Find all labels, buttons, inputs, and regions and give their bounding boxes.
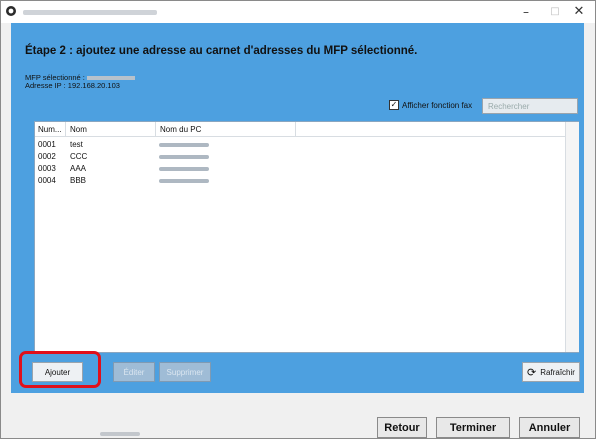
list-scrollbar[interactable] — [565, 122, 579, 352]
column-header-nom[interactable]: Nom — [70, 125, 87, 134]
column-header-num[interactable]: Num... — [38, 125, 62, 134]
refresh-label: Rafraîchir — [540, 367, 575, 377]
checkbox-icon[interactable]: ✓ — [389, 100, 399, 110]
column-divider[interactable] — [155, 122, 156, 136]
finish-button[interactable]: Terminer — [436, 417, 510, 438]
table-row[interactable]: 0004 BBB — [35, 176, 565, 187]
list-actions: Ajouter Éditer Supprimer ⟳ Rafraîchir — [24, 360, 580, 384]
row-pc-redacted — [159, 143, 209, 147]
row-pc-redacted — [159, 179, 209, 183]
page-title: Étape 2 : ajoutez une adresse au carnet … — [25, 45, 418, 57]
row-num: 0002 — [38, 152, 56, 161]
address-list: Num... Nom Nom du PC 0001 test 0002 CCC … — [34, 121, 579, 353]
show-fax-label: Afficher fonction fax — [402, 100, 473, 110]
add-button-highlight — [19, 351, 101, 388]
show-fax-checkbox[interactable]: ✓ Afficher fonction fax — [389, 100, 472, 110]
row-name: test — [70, 140, 83, 149]
table-row[interactable]: 0003 AAA — [35, 164, 565, 175]
ip-address: Adresse IP : 192.168.20.103 — [25, 81, 120, 90]
column-divider[interactable] — [65, 122, 66, 136]
row-name: CCC — [70, 152, 88, 161]
row-name: BBB — [70, 176, 87, 185]
edit-button[interactable]: Éditer — [113, 362, 155, 382]
column-header-pc-name[interactable]: Nom du PC — [160, 125, 201, 134]
row-pc-redacted — [159, 167, 209, 171]
row-num: 0003 — [38, 164, 56, 173]
dialog-window: – □ ✕ Étape 2 : ajoutez une adresse au c… — [0, 0, 596, 439]
refresh-icon: ⟳ — [527, 365, 537, 379]
row-num: 0001 — [38, 140, 56, 149]
search-input[interactable]: Rechercher — [482, 98, 578, 114]
refresh-button[interactable]: ⟳ Rafraîchir — [522, 362, 580, 382]
back-button[interactable]: Retour — [377, 417, 427, 438]
window-title-redacted — [23, 10, 157, 15]
footer-text-redacted — [100, 432, 140, 436]
delete-button[interactable]: Supprimer — [159, 362, 211, 382]
close-button[interactable]: ✕ — [559, 1, 596, 23]
list-header: Num... Nom Nom du PC — [35, 122, 565, 137]
table-row[interactable]: 0001 test — [35, 140, 565, 151]
column-divider[interactable] — [295, 122, 296, 136]
title-bar: – □ ✕ — [1, 1, 595, 23]
app-logo-icon — [6, 6, 16, 16]
row-num: 0004 — [38, 176, 56, 185]
cancel-button[interactable]: Annuler — [519, 417, 580, 438]
mfp-name-redacted — [86, 76, 135, 81]
table-row[interactable]: 0002 CCC — [35, 152, 565, 163]
row-name: AAA — [70, 164, 87, 173]
row-pc-redacted — [159, 155, 209, 159]
